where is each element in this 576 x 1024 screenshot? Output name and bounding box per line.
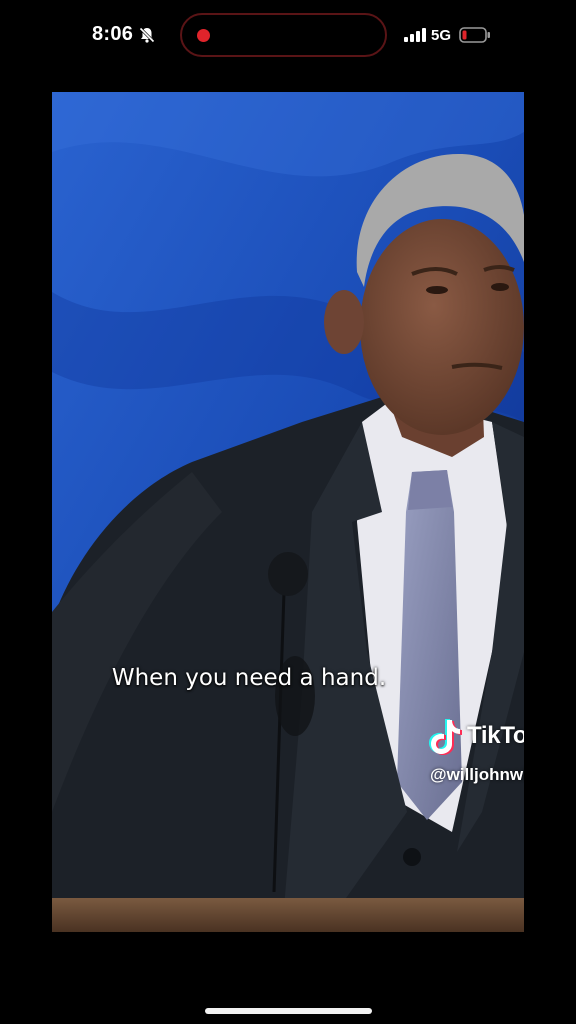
signal-bars-icon	[404, 28, 426, 42]
video-player[interactable]: When you need a hand. TikTok @willjohnwi…	[52, 92, 524, 932]
network-type: 5G	[431, 27, 452, 44]
bell-slash-icon	[139, 27, 155, 43]
battery-low-icon	[459, 27, 490, 43]
tiktok-brand-name: TikTok	[467, 722, 524, 749]
tiktok-watermark: TikTok	[426, 716, 524, 756]
screen-recording-indicator[interactable]	[180, 13, 387, 57]
status-bar: 8:06 5G	[0, 0, 576, 72]
video-scene	[52, 92, 524, 932]
home-indicator[interactable]	[205, 1008, 372, 1014]
creator-handle: @willjohnwill	[430, 765, 524, 784]
status-time: 8:06	[92, 23, 134, 45]
recording-dot-icon	[197, 29, 210, 42]
tiktok-note-icon	[429, 719, 462, 755]
phone-screen: 8:06 5G When you need a hand. TikTo @wil…	[0, 0, 576, 1024]
video-caption: When you need a hand.	[111, 665, 387, 691]
